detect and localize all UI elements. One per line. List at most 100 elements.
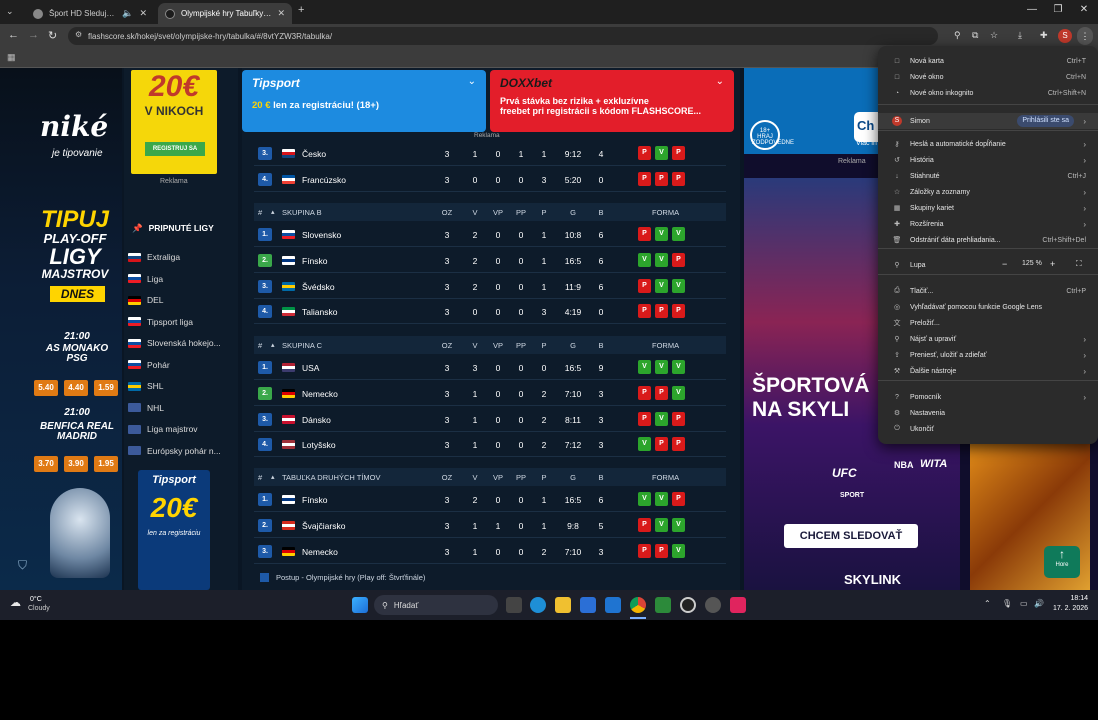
menu-item[interactable]: ? Pomocník › [878, 389, 1098, 405]
form-badge[interactable]: P [655, 385, 668, 400]
team-name[interactable]: USA [302, 363, 319, 373]
form-badge[interactable]: V [655, 252, 668, 267]
form-badge[interactable]: V [655, 411, 668, 426]
header-p[interactable]: P [535, 473, 553, 482]
sidebar-league-item[interactable]: Liga majstrov [128, 424, 198, 434]
form-badge[interactable]: P [672, 492, 685, 506]
form-badge[interactable]: V [655, 227, 668, 241]
sidebar-tipsport-ad[interactable]: Tipsport 20€ len za registráciu [138, 470, 210, 590]
form-badge[interactable]: P [655, 304, 668, 319]
table-row[interactable]: 1. Slovensko 3 2 0 0 1 10:8 6 P V V [254, 223, 726, 247]
zoom-icon[interactable]: ⚲ [954, 30, 961, 41]
odd[interactable]: 3.70 [34, 456, 58, 472]
table-row[interactable]: 3. Česko 3 1 0 1 1 9:12 4 P V P [254, 142, 726, 166]
new-tab-icon[interactable]: + [298, 4, 304, 16]
form-badge[interactable]: V [672, 278, 685, 293]
odd[interactable]: 4.40 [64, 380, 88, 396]
form-badge[interactable]: V [655, 360, 668, 374]
header-p[interactable]: P [535, 341, 553, 350]
form-badge[interactable]: P [638, 543, 651, 558]
form-badge[interactable]: V [638, 252, 651, 267]
team-name[interactable]: Francúzsko [302, 175, 346, 185]
form-badge[interactable]: P [638, 304, 651, 319]
chevron-up-icon[interactable]: ▴ [271, 208, 275, 216]
sidebar-league-item[interactable]: Pohár [128, 360, 170, 370]
header-oz[interactable]: OZ [438, 473, 456, 482]
team-name[interactable]: Nemecko [302, 389, 338, 399]
sidebar-league-item[interactable]: Európsky pohár n... [128, 446, 221, 456]
form-badge[interactable]: V [655, 517, 668, 532]
form-badge[interactable]: P [672, 437, 685, 452]
sidebar-league-item[interactable]: Tipsport liga [128, 317, 193, 327]
menu-item[interactable]: ↓ Stiahnuté Ctrl+J [878, 168, 1098, 184]
site-info-icon[interactable]: ⚙ [75, 30, 82, 39]
form-badge[interactable]: P [638, 146, 651, 160]
reload-icon[interactable]: ↻ [48, 29, 57, 42]
header-p[interactable]: P [535, 208, 553, 217]
network-icon[interactable]: ▭ [1020, 599, 1028, 608]
team-name[interactable]: Česko [302, 149, 326, 159]
zoom-in-button[interactable]: + [1050, 259, 1055, 269]
taskbar-search[interactable]: ⚲ Hľadať [374, 595, 498, 615]
menu-item[interactable]: S Simon Prihlásili ste sa › [878, 113, 1098, 129]
chevron-down-icon[interactable]: ⌄ [468, 76, 476, 87]
address-bar[interactable]: ⚙ flashscore.sk/hokej/svet/olympijske-hr… [68, 27, 938, 45]
file-explorer-icon[interactable] [555, 597, 571, 613]
menu-item[interactable]: □ Nové okno Ctrl+N [878, 69, 1098, 85]
sidebar-league-item[interactable]: DEL [128, 295, 164, 305]
table-row[interactable]: 1. USA 3 3 0 0 0 16:5 9 V V V [254, 356, 726, 380]
chcem-sledovat-button[interactable]: CHCEM SLEDOVAŤ [784, 524, 918, 548]
header-g[interactable]: G [564, 208, 582, 217]
doxxbet-banner[interactable]: DOXXbet Prvá stávka bez rizika + exkluzí… [490, 70, 734, 132]
menu-item[interactable]: ⚙ Nastavenia [878, 405, 1098, 421]
form-badge[interactable]: V [655, 492, 668, 506]
form-badge[interactable]: V [638, 437, 651, 452]
close-tab-icon[interactable]: ✕ [139, 8, 147, 19]
downloads-icon[interactable]: ⤓ [1018, 30, 1022, 41]
extensions-icon[interactable]: ✚ [1040, 30, 1048, 41]
profile-avatar[interactable]: S [1058, 29, 1072, 43]
form-badge[interactable]: P [638, 411, 651, 426]
form-badge[interactable]: V [672, 360, 685, 374]
team-name[interactable]: Slovensko [302, 230, 341, 240]
odd[interactable]: 1.95 [94, 456, 118, 472]
form-badge[interactable]: V [638, 360, 651, 374]
header-b[interactable]: B [592, 208, 610, 217]
tab-olympijske-hry[interactable]: Olympijské hry Tabuľky - Hokej ✕ [158, 3, 292, 24]
sidebar-league-item[interactable]: Slovenská hokejo... [128, 338, 221, 348]
team-name[interactable]: Lotyšsko [302, 440, 336, 450]
menu-item[interactable]: ☆ Záložky a zoznamy › [878, 184, 1098, 200]
table-row[interactable]: 4. Francúzsko 3 0 0 0 3 5:20 0 P P P [254, 168, 726, 192]
form-badge[interactable]: V [655, 146, 668, 160]
maximize-icon[interactable]: ❐ [1046, 4, 1070, 15]
chevron-up-icon[interactable]: ▴ [271, 473, 275, 481]
install-app-icon[interactable]: ⧉ [972, 30, 978, 41]
menu-item[interactable]: ⚲ Nájsť a upraviť › [878, 331, 1098, 347]
menu-item[interactable]: ⎙ Tlačiť... Ctrl+P [878, 283, 1098, 299]
form-badge[interactable]: P [655, 172, 668, 186]
form-badge[interactable]: V [672, 543, 685, 558]
clock-time[interactable]: 18:14 [1052, 595, 1088, 602]
edge-icon[interactable] [530, 597, 546, 613]
fullscreen-icon[interactable]: ⛶ [1076, 259, 1082, 269]
sidebar-league-item[interactable]: SHL [128, 381, 164, 391]
odd[interactable]: 5.40 [34, 380, 58, 396]
table-row[interactable]: 1. Fínsko 3 2 0 0 1 16:5 6 V V P [254, 488, 726, 512]
bookmark-star-icon[interactable]: ☆ [990, 30, 998, 41]
team-name[interactable]: Dánsko [302, 415, 331, 425]
ad-register-button[interactable]: REGISTRUJ SA [145, 142, 205, 156]
odd[interactable]: 3.90 [64, 456, 88, 472]
apps-grid-icon[interactable]: ▦ [7, 52, 16, 63]
store-icon[interactable] [580, 597, 596, 613]
sidebar-league-item[interactable]: Extraliga [128, 252, 180, 262]
tab-search-icon[interactable]: ⌄ [6, 6, 14, 17]
form-badge[interactable]: P [672, 304, 685, 319]
form-badge[interactable]: P [638, 172, 651, 186]
form-badge[interactable]: V [672, 517, 685, 532]
form-badge[interactable]: P [638, 385, 651, 400]
close-window-icon[interactable]: ✕ [1072, 4, 1096, 15]
form-badge[interactable]: P [638, 227, 651, 241]
app-icon[interactable] [705, 597, 721, 613]
windows-start-icon[interactable] [352, 597, 368, 613]
menu-item[interactable]: ↺ História › [878, 152, 1098, 168]
